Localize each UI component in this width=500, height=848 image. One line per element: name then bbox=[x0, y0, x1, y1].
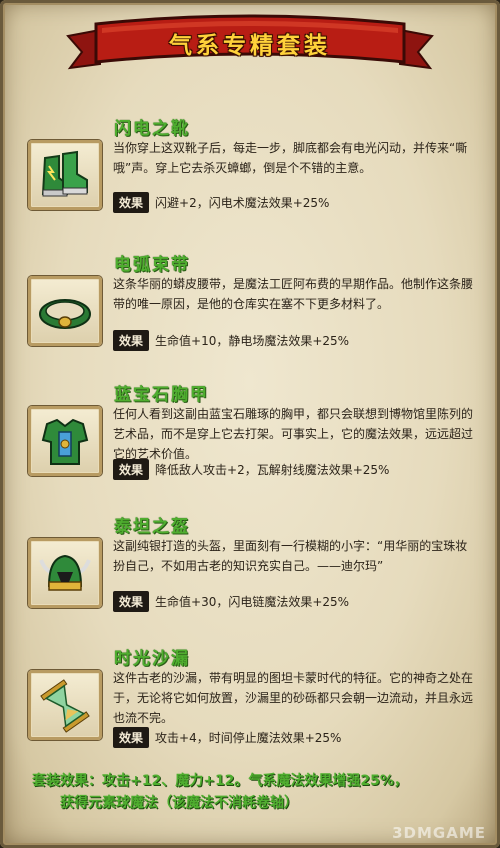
effect-row: 效果 攻击+4，时间停止魔法效果+25% bbox=[113, 727, 342, 748]
item-description: 这条华丽的蟒皮腰带，是魔法工匠阿布费的早期作品。他制作这条腰带的唯一原因，是他的… bbox=[113, 277, 474, 311]
hourglass-icon bbox=[40, 679, 90, 733]
item-frame bbox=[28, 670, 102, 740]
item-description: 这件古老的沙漏，带有明显的图坦卡蒙时代的特征。它的神奇之处在于，无论将它如何放置… bbox=[113, 671, 474, 725]
set-bonus: 套装效果：攻击+12、魔力+12。气系魔法效果增强25%， 获得元素球魔法（该魔… bbox=[32, 770, 472, 814]
page-title: 气系专精套装 bbox=[169, 33, 331, 59]
item-description: 任何人看到这副由蓝宝石雕琢的胸甲，都只会联想到博物馆里陈列的艺术品，而不是穿上它… bbox=[113, 407, 474, 461]
item-description: 这副纯银打造的头盔，里面刻有一行模糊的小字：“用华丽的宝珠妆扮自己，不如用古老的… bbox=[113, 539, 468, 573]
item-titan-helm: 泰坦之盔 这副纯银打造的头盔，里面刻有一行模糊的小字：“用华丽的宝珠妆扮自己，不… bbox=[0, 512, 500, 642]
item-name: 电弧束带 bbox=[114, 255, 190, 275]
item-lightning-boots: 闪电之靴 当你穿上这双靴子后，每走一步，脚底都会有电光闪动，并传来“嘶哦”声。穿… bbox=[0, 114, 500, 244]
effect-text: 生命值+30，闪电链魔法效果+25% bbox=[155, 595, 350, 609]
effect-badge: 效果 bbox=[113, 330, 150, 351]
effect-text: 攻击+4，时间停止魔法效果+25% bbox=[155, 731, 342, 745]
parchment-panel: 气系专精套装 闪电之靴 当你穿上这双靴子后，每走一步，脚底都会有电光闪动，并传来… bbox=[0, 0, 500, 848]
item-name: 闪电之靴 bbox=[114, 119, 190, 139]
effect-badge: 效果 bbox=[113, 459, 150, 480]
item-sapphire-armor: 蓝宝石胸甲 任何人看到这副由蓝宝石雕琢的胸甲，都只会联想到博物馆里陈列的艺术品，… bbox=[0, 380, 500, 510]
armor-icon bbox=[41, 418, 89, 465]
effect-row: 效果 生命值+10，静电场魔法效果+25% bbox=[113, 330, 350, 351]
effect-row: 效果 生命值+30，闪电链魔法效果+25% bbox=[113, 591, 350, 612]
title-banner: 气系专精套装 bbox=[60, 6, 440, 78]
boots-icon bbox=[41, 150, 88, 197]
item-time-hourglass: 时光沙漏 这件古老的沙漏，带有明显的图坦卡蒙时代的特征。它的神奇之处在于，无论将… bbox=[0, 644, 500, 774]
set-bonus-line: 套装效果：攻击+12、魔力+12。气系魔法效果增强25%， bbox=[32, 773, 408, 789]
effect-row: 效果 闪避+2，闪电术魔法效果+25% bbox=[113, 192, 330, 213]
helmet-icon bbox=[39, 554, 91, 591]
item-name: 蓝宝石胸甲 bbox=[114, 385, 209, 405]
item-frame bbox=[28, 276, 102, 346]
effect-badge: 效果 bbox=[113, 192, 150, 213]
effect-badge: 效果 bbox=[113, 591, 150, 612]
effect-badge: 效果 bbox=[113, 727, 150, 748]
effect-row: 效果 降低敌人攻击+2，瓦解射线魔法效果+25% bbox=[113, 459, 390, 480]
item-frame bbox=[28, 406, 102, 476]
effect-text: 降低敌人攻击+2，瓦解射线魔法效果+25% bbox=[155, 463, 390, 477]
item-description: 当你穿上这双靴子后，每走一步，脚底都会有电光闪动，并传来“嘶哦”声。穿上它去杀灭… bbox=[113, 141, 468, 175]
set-bonus-line: 获得元素球魔法（该魔法不消耗卷轴） bbox=[60, 795, 298, 811]
item-frame bbox=[28, 140, 102, 210]
item-name: 泰坦之盔 bbox=[114, 517, 190, 537]
belt-icon bbox=[39, 299, 91, 329]
item-arc-belt: 电弧束带 这条华丽的蟒皮腰带，是魔法工匠阿布费的早期作品。他制作这条腰带的唯一原… bbox=[0, 250, 500, 380]
item-name: 时光沙漏 bbox=[114, 649, 190, 669]
watermark: 3DMGAME bbox=[392, 824, 486, 842]
effect-text: 生命值+10，静电场魔法效果+25% bbox=[155, 334, 350, 348]
effect-text: 闪避+2，闪电术魔法效果+25% bbox=[155, 196, 330, 210]
item-frame bbox=[28, 538, 102, 608]
